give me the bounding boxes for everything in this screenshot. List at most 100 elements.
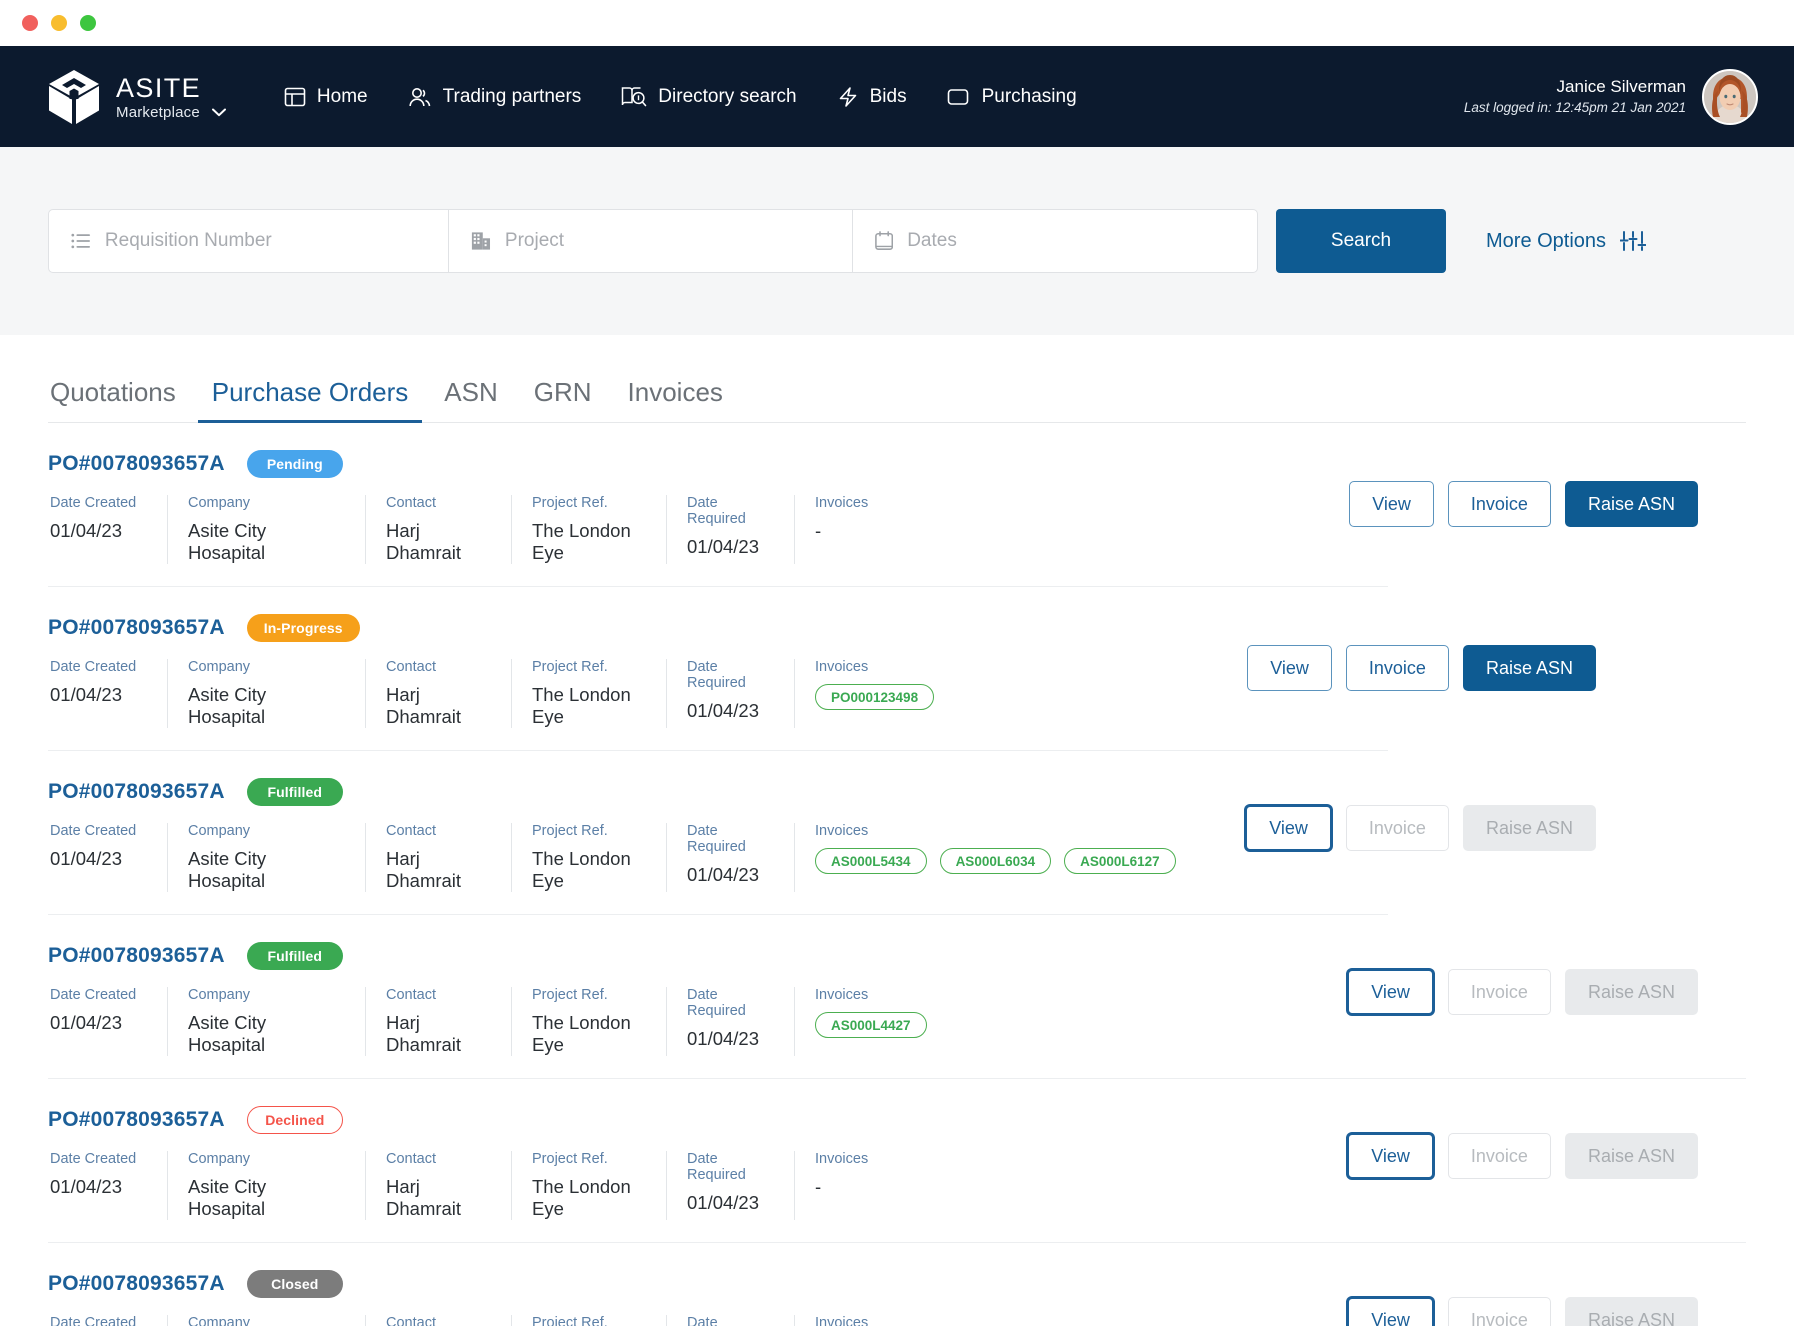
nav-label-trading-partners: Trading partners — [443, 86, 582, 108]
field-label: Date Required — [687, 987, 774, 1019]
po-row-actions: ViewInvoiceRaise ASN — [1245, 805, 1596, 851]
window-close-button[interactable] — [22, 15, 38, 31]
field-label: Contact — [386, 659, 491, 675]
invoice-button[interactable]: Invoice — [1346, 645, 1449, 691]
invoice-button: Invoice — [1448, 969, 1551, 1015]
po-number-link[interactable]: PO#0078093657A — [48, 1272, 225, 1296]
calendar-icon — [875, 230, 893, 252]
field-date-required: Date Required 01/04/23 — [667, 495, 795, 564]
main-content: QuotationsPurchase OrdersASNGRNInvoices … — [0, 335, 1794, 1326]
nav-item-bids[interactable]: Bids — [837, 86, 907, 108]
view-button[interactable]: View — [1349, 481, 1434, 527]
window-minimize-button[interactable] — [51, 15, 67, 31]
field-label: Date Required — [687, 1151, 774, 1183]
field-value: 01/04/23 — [687, 1028, 774, 1050]
field-date-created: Date Created01/04/23 — [48, 1151, 168, 1220]
tab-invoices[interactable]: Invoices — [610, 377, 741, 422]
nav-item-trading-partners[interactable]: Trading partners — [408, 86, 582, 108]
field-label: Project Ref. — [532, 987, 646, 1003]
status-badge: Declined — [247, 1106, 343, 1134]
status-badge: Fulfilled — [247, 942, 343, 970]
view-button[interactable]: View — [1247, 645, 1332, 691]
avatar[interactable] — [1702, 69, 1758, 125]
invoice-chip[interactable]: AS000L5434 — [815, 848, 927, 874]
requisition-number-field[interactable] — [49, 210, 449, 272]
raise-asn-button[interactable]: Raise ASN — [1463, 645, 1596, 691]
purchase-order-row[interactable]: PO#0078093657A Declined Date Created01/04/… — [48, 1079, 1746, 1243]
field-label: Company — [188, 823, 345, 839]
search-input[interactable] — [105, 230, 426, 252]
dates-field[interactable] — [853, 210, 1257, 272]
raise-asn-button[interactable]: Raise ASN — [1565, 481, 1698, 527]
chevron-down-icon[interactable] — [212, 108, 226, 117]
purchase-order-row[interactable]: PO#0078093657APendingDate Created01/04/2… — [48, 423, 1746, 587]
field-contact: ContactHarj Dhamrait — [366, 1151, 512, 1220]
field-date-required: Date Required 01/04/23 — [667, 987, 795, 1056]
purchase-order-row[interactable]: PO#0078093657AIn-ProgressDate Created01/… — [48, 587, 1746, 751]
project-field[interactable] — [449, 210, 853, 272]
project-input[interactable] — [505, 230, 830, 252]
asite-cube-icon — [48, 69, 100, 125]
purchase-order-list: PO#0078093657APendingDate Created01/04/2… — [48, 423, 1746, 1326]
more-options-button[interactable]: More Options — [1486, 229, 1646, 253]
field-label: Date Created — [50, 1315, 147, 1326]
field-value: The London Eye — [532, 1012, 646, 1056]
dates-input[interactable] — [907, 230, 1235, 252]
field-contact: ContactHarj Dhamrait — [366, 1315, 512, 1326]
tab-quotations[interactable]: Quotations — [48, 377, 194, 422]
invoices-empty: - — [815, 1176, 1726, 1198]
invoice-button[interactable]: Invoice — [1448, 481, 1551, 527]
po-row-header: PO#0078093657APending — [48, 449, 1746, 479]
invoice-chip[interactable]: AS000L6034 — [940, 848, 1052, 874]
field-label: Contact — [386, 495, 491, 511]
field-label: Date Required — [687, 495, 774, 527]
search-button[interactable]: Search — [1276, 209, 1446, 273]
view-button[interactable]: View — [1245, 805, 1332, 851]
view-button[interactable]: View — [1347, 1297, 1434, 1326]
nav-item-purchasing[interactable]: Purchasing — [947, 86, 1077, 108]
po-number-link[interactable]: PO#0078093657A — [48, 1108, 225, 1132]
view-button[interactable]: View — [1347, 969, 1434, 1015]
nav-item-directory-search[interactable]: Directory search — [621, 85, 796, 109]
raise-asn-button: Raise ASN — [1565, 1133, 1698, 1179]
invoice-chip[interactable]: AS000L4427 — [815, 1012, 927, 1038]
field-contact: ContactHarj Dhamrait — [366, 823, 512, 892]
tab-grn[interactable]: GRN — [516, 377, 610, 422]
tab-purchase-orders[interactable]: Purchase Orders — [194, 377, 427, 422]
field-value: Harj Dhamrait — [386, 848, 491, 892]
window-maximize-button[interactable] — [80, 15, 96, 31]
user-name: Janice Silverman — [1464, 76, 1686, 99]
po-row-actions: View Invoice Raise ASN — [1349, 481, 1698, 527]
field-date-created: Date Created01/04/23 — [48, 823, 168, 892]
purchase-order-row[interactable]: PO#0078093657AFulfilledDate Created01/04… — [48, 915, 1746, 1079]
field-value: 01/04/23 — [687, 864, 774, 886]
po-number-link[interactable]: PO#0078093657A — [48, 780, 225, 804]
purchase-order-row[interactable]: PO#0078093657AClosedDate Created01/04/23… — [48, 1243, 1746, 1326]
view-button[interactable]: View — [1347, 1133, 1434, 1179]
nav-item-home[interactable]: Home — [284, 86, 368, 108]
field-value: Harj Dhamrait — [386, 1176, 491, 1220]
invoice-chip[interactable]: PO000123498 — [815, 684, 934, 710]
field-date-created: Date Created01/04/23 — [48, 1315, 168, 1326]
field-contact: ContactHarj Dhamrait — [366, 659, 512, 728]
field-value: 01/04/23 — [687, 536, 774, 558]
po-number-link[interactable]: PO#0078093657A — [48, 452, 225, 476]
invoice-chip[interactable]: AS000L6127 — [1064, 848, 1176, 874]
raise-asn-button: Raise ASN — [1565, 969, 1698, 1015]
po-row-header: PO#0078093657AIn-Progress — [48, 613, 1746, 643]
field-label: Company — [188, 1315, 345, 1326]
app-window: ASITE Marketplace Home — [0, 0, 1794, 1326]
user-menu[interactable]: Janice Silverman Last logged in: 12:45pm… — [1464, 69, 1758, 125]
po-number-link[interactable]: PO#0078093657A — [48, 944, 225, 968]
field-contact: ContactHarj Dhamrait — [366, 987, 512, 1056]
field-value: The London Eye — [532, 848, 646, 892]
tab-bar: QuotationsPurchase OrdersASNGRNInvoices — [48, 335, 1746, 423]
brand-logo[interactable]: ASITE Marketplace — [48, 69, 226, 125]
purchase-order-row[interactable]: PO#0078093657AFulfilledDate Created01/04… — [48, 751, 1746, 915]
po-number-link[interactable]: PO#0078093657A — [48, 616, 225, 640]
field-value: The London Eye — [532, 520, 646, 564]
lightning-icon — [837, 86, 859, 108]
search-fields-group — [48, 209, 1258, 273]
field-company: CompanyAsite City Hosapital — [168, 659, 366, 728]
tab-asn[interactable]: ASN — [426, 377, 515, 422]
